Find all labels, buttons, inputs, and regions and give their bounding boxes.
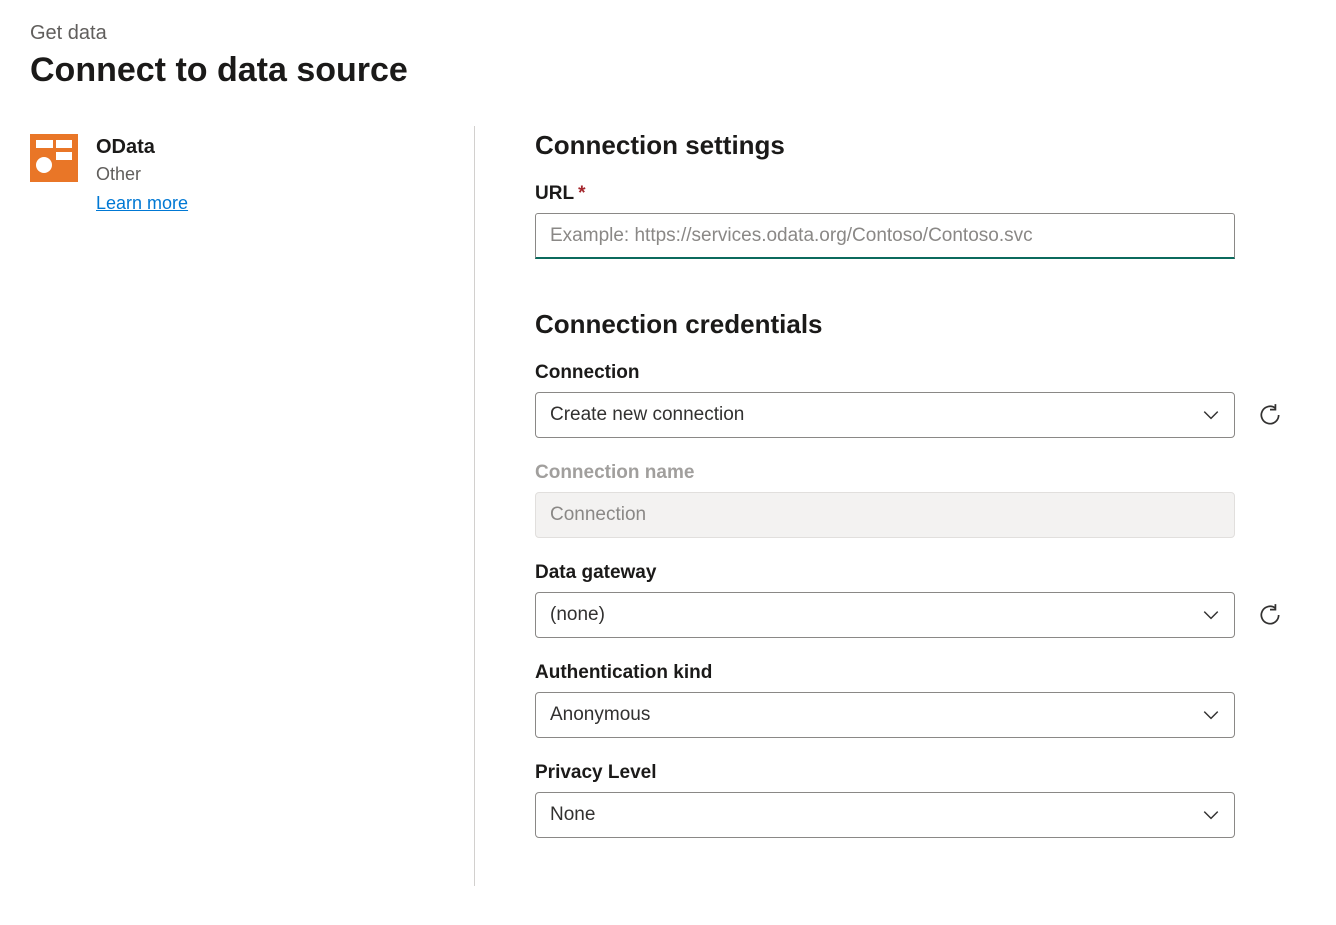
authentication-kind-select[interactable]: Anonymous xyxy=(535,692,1235,738)
connector-panel: OData Other Learn more xyxy=(30,126,475,886)
required-indicator: * xyxy=(578,183,585,204)
data-gateway-select-value: (none) xyxy=(550,604,605,626)
breadcrumb: Get data xyxy=(30,22,1306,45)
chevron-down-icon xyxy=(1202,606,1220,624)
page-title: Connect to data source xyxy=(30,51,1306,90)
chevron-down-icon xyxy=(1202,806,1220,824)
authentication-kind-label: Authentication kind xyxy=(535,662,1306,684)
chevron-down-icon xyxy=(1202,706,1220,724)
learn-more-link[interactable]: Learn more xyxy=(96,193,188,213)
privacy-level-select[interactable]: None xyxy=(535,792,1235,838)
data-gateway-label: Data gateway xyxy=(535,562,1306,584)
connector-title: OData xyxy=(96,134,188,160)
connection-name-input xyxy=(535,492,1235,538)
odata-connector-icon xyxy=(30,134,78,182)
refresh-connection-button[interactable] xyxy=(1253,398,1287,432)
connection-settings-heading: Connection settings xyxy=(535,130,1306,161)
data-gateway-select[interactable]: (none) xyxy=(535,592,1235,638)
url-input[interactable] xyxy=(535,213,1235,259)
url-label: URL* xyxy=(535,183,1306,205)
privacy-level-select-value: None xyxy=(550,804,595,826)
connection-name-label: Connection name xyxy=(535,462,1306,484)
connection-select[interactable]: Create new connection xyxy=(535,392,1235,438)
form-panel: Connection settings URL* Connection cred… xyxy=(475,126,1306,886)
connection-label: Connection xyxy=(535,362,1306,384)
chevron-down-icon xyxy=(1202,406,1220,424)
connector-category: Other xyxy=(96,164,188,185)
connection-credentials-heading: Connection credentials xyxy=(535,309,1306,340)
refresh-gateway-button[interactable] xyxy=(1253,598,1287,632)
authentication-kind-select-value: Anonymous xyxy=(550,704,650,726)
privacy-level-label: Privacy Level xyxy=(535,762,1306,784)
connection-select-value: Create new connection xyxy=(550,404,744,426)
